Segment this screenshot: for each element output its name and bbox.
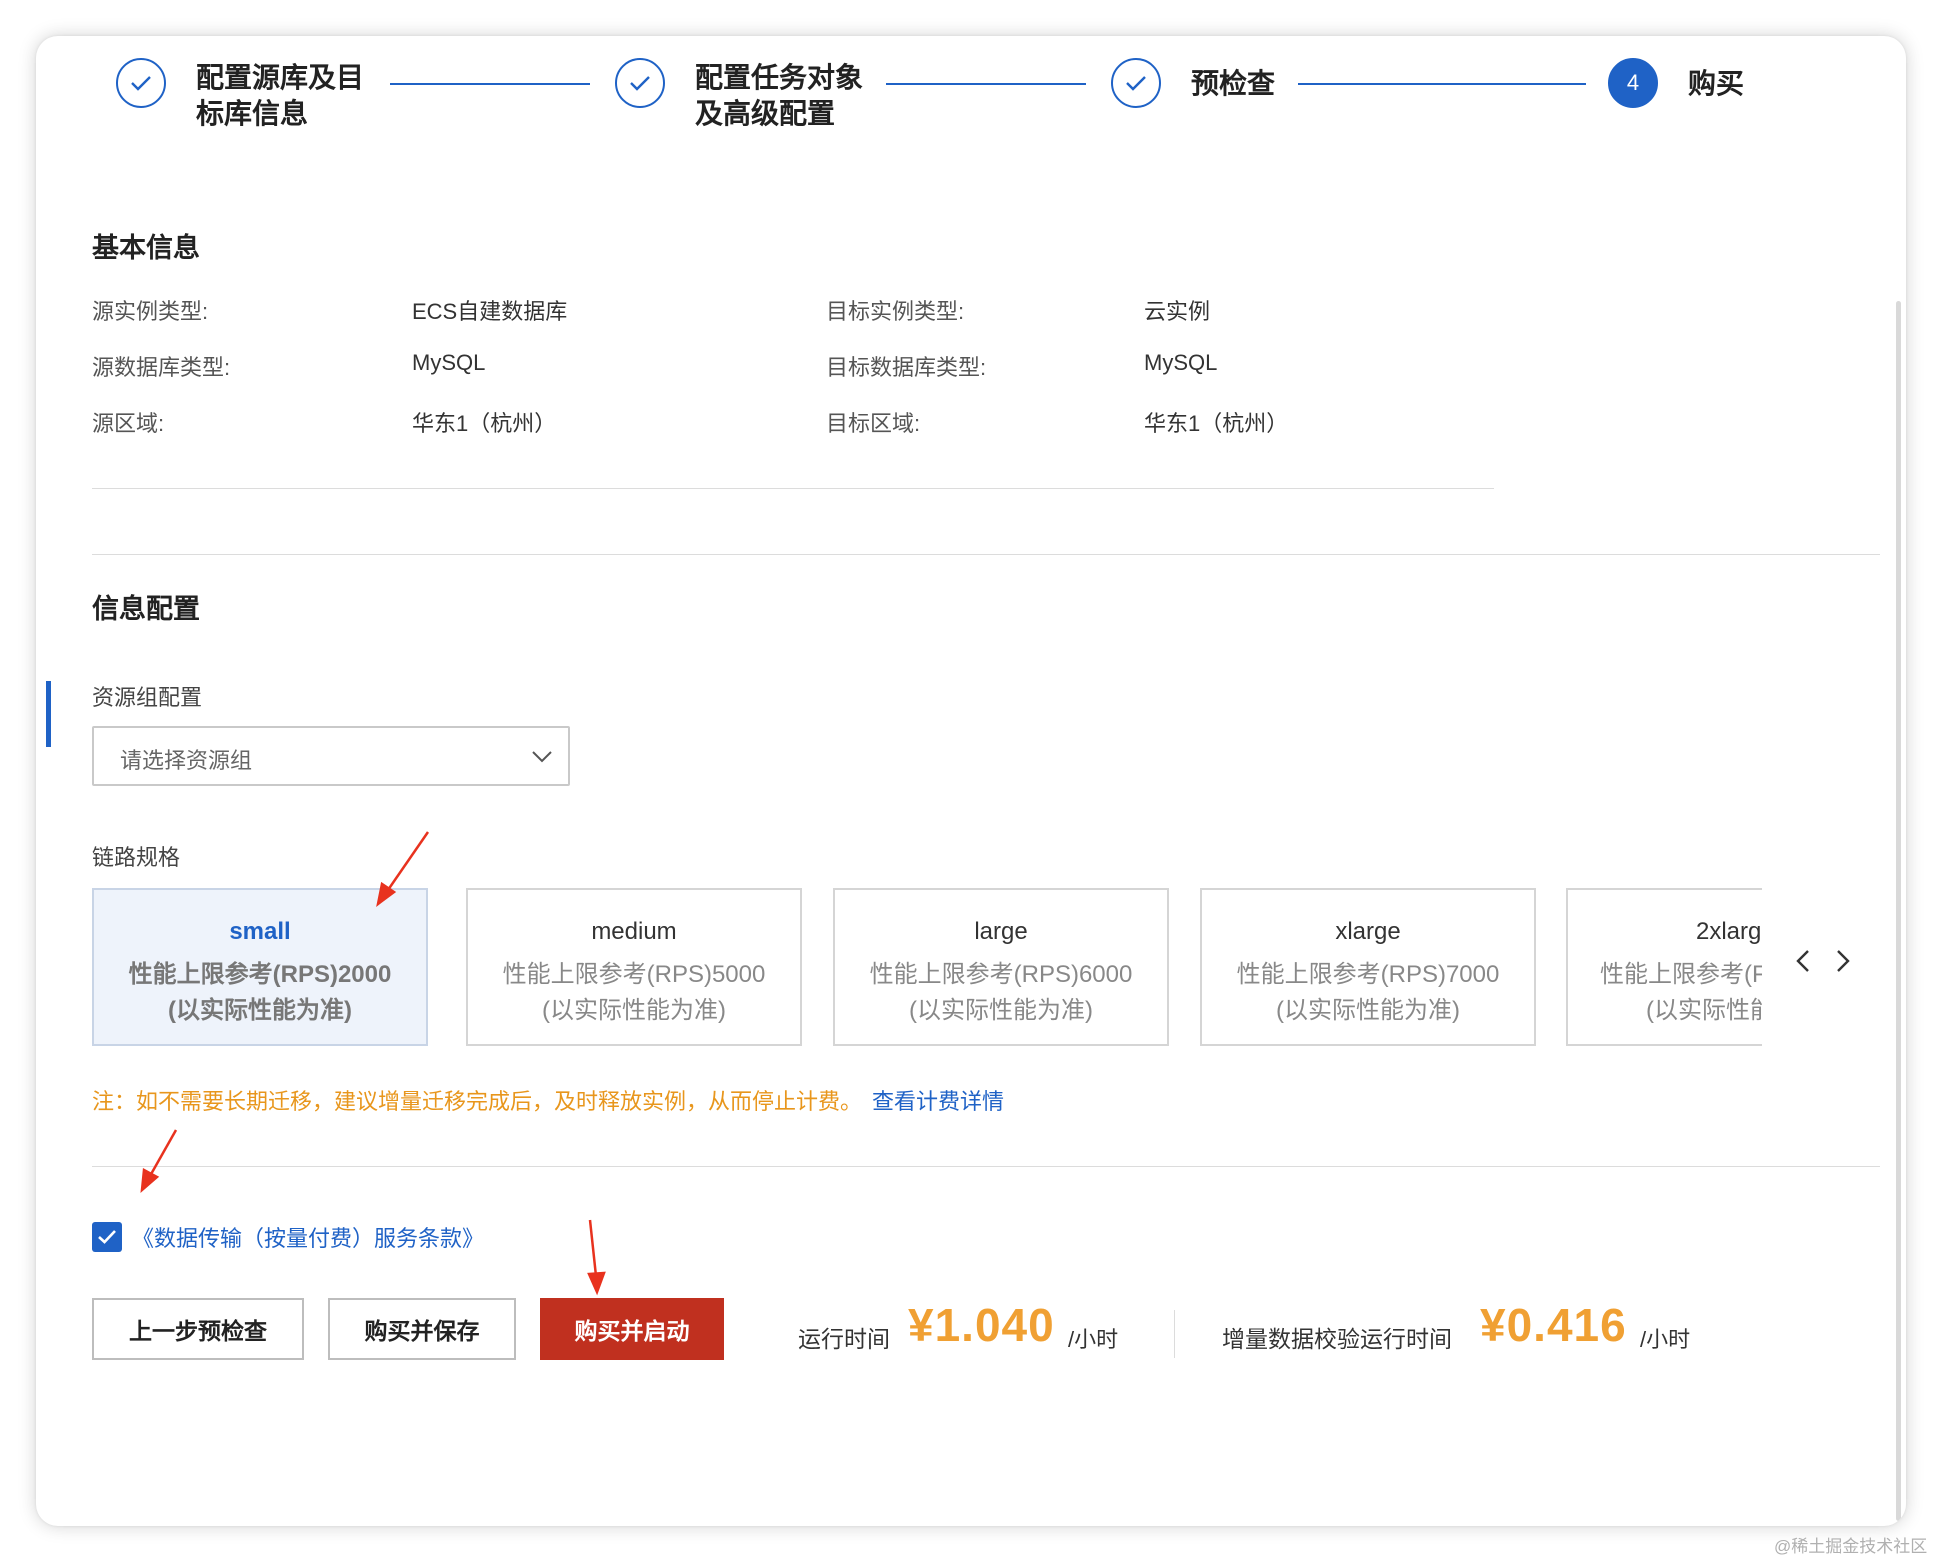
step-connector	[1298, 83, 1586, 85]
source-instance-type-label: 源实例类型:	[92, 299, 209, 324]
spec-card-small[interactable]: small 性能上限参考(RPS)2000 (以实际性能为准)	[92, 888, 428, 1046]
source-instance-type-value: ECS自建数据库	[412, 299, 568, 324]
buy-and-start-button[interactable]: 购买并启动	[540, 1298, 724, 1360]
step-1-label: 配置源库及目 标库信息	[196, 62, 365, 129]
spec-note: (以实际性能为准)	[909, 997, 1093, 1024]
step-connector	[390, 83, 590, 85]
spec-card-large[interactable]: large 性能上限参考(RPS)6000 (以实际性能为准)	[833, 888, 1169, 1046]
step-indicator: 配置源库及目 标库信息 配置任务对象 及高级配置 预检查 4 购买	[36, 36, 1906, 156]
target-instance-type-value: 云实例	[1144, 299, 1211, 324]
spec-perf: 性能上限参考(F	[1600, 961, 1762, 988]
run-price: ¥1.040	[908, 1299, 1055, 1351]
step-1-check-icon	[116, 58, 166, 108]
chevron-right-icon[interactable]	[1828, 946, 1858, 976]
price-separator	[1174, 1310, 1175, 1358]
step-2-check-icon	[615, 58, 665, 108]
step-3-label: 预检查	[1191, 68, 1276, 99]
target-instance-type-label: 目标实例类型:	[826, 299, 965, 324]
source-db-type-label: 源数据库类型:	[92, 355, 231, 380]
target-db-type-label: 目标数据库类型:	[826, 355, 987, 380]
spec-name: xlarge	[1335, 918, 1401, 945]
terms-link[interactable]: 《数据传输（按量付费）服务条款》	[132, 1221, 484, 1253]
spec-name: small	[229, 918, 291, 945]
billing-note: 注：如不需要长期迁移，建议增量迁移完成后，及时释放实例，从而停止计费。 查看计费详…	[92, 1084, 1004, 1116]
source-region-label: 源区域:	[92, 411, 165, 436]
spec-name: medium	[591, 918, 677, 945]
watermark: @稀土掘金技术社区	[1774, 1537, 1928, 1556]
spec-card-medium[interactable]: medium 性能上限参考(RPS)5000 (以实际性能为准)	[466, 888, 802, 1046]
spec-note: (以实际性能	[1646, 997, 1762, 1024]
spec-name: large	[974, 918, 1028, 945]
resource-group-label: 资源组配置	[92, 685, 203, 710]
source-db-type-value: MySQL	[412, 350, 486, 375]
chevron-down-icon	[530, 744, 554, 773]
spec-label: 链路规格	[92, 845, 181, 870]
billing-note-text: 注：如不需要长期迁移，建议增量迁移完成后，及时释放实例，从而停止计费。	[92, 1089, 863, 1114]
spec-card-2xlarge[interactable]: 2xlarg 性能上限参考(F (以实际性能	[1566, 888, 1762, 1046]
step-connector	[886, 83, 1086, 85]
spec-perf: 性能上限参考(RPS)7000	[1236, 961, 1500, 988]
side-accent-bar	[46, 681, 51, 747]
step-2-label: 配置任务对象 及高级配置	[695, 62, 864, 129]
verify-price: ¥0.416	[1480, 1299, 1627, 1351]
resource-group-placeholder: 请选择资源组	[120, 748, 253, 773]
source-region-value: 华东1（杭州）	[412, 411, 557, 436]
spec-perf: 性能上限参考(RPS)5000	[502, 961, 766, 988]
billing-details-link[interactable]: 查看计费详情	[872, 1089, 1004, 1114]
divider	[92, 1166, 1880, 1167]
run-price-unit: /小时	[1068, 1327, 1119, 1352]
config-title: 信息配置	[92, 594, 200, 624]
spec-perf: 性能上限参考(RPS)2000	[128, 961, 392, 988]
divider	[92, 554, 1880, 555]
step-3-check-icon	[1111, 58, 1161, 108]
buy-and-save-button[interactable]: 购买并保存	[328, 1298, 516, 1360]
terms-checkbox[interactable]	[92, 1222, 122, 1252]
step-4-label: 购买	[1688, 68, 1745, 99]
step-4-number: 4	[1608, 58, 1658, 108]
verify-time-label: 增量数据校验运行时间	[1222, 1326, 1452, 1352]
spec-note: (以实际性能为准)	[168, 997, 352, 1024]
resource-group-select[interactable]: 请选择资源组	[92, 726, 570, 786]
spec-perf: 性能上限参考(RPS)6000	[869, 961, 1133, 988]
prev-precheck-button[interactable]: 上一步预检查	[92, 1298, 304, 1360]
target-region-label: 目标区域:	[826, 411, 921, 436]
spec-card-xlarge[interactable]: xlarge 性能上限参考(RPS)7000 (以实际性能为准)	[1200, 888, 1536, 1046]
run-time-label: 运行时间	[798, 1326, 890, 1352]
spec-note: (以实际性能为准)	[542, 997, 726, 1024]
verify-price-unit: /小时	[1640, 1327, 1691, 1352]
basic-info-title: 基本信息	[92, 233, 200, 263]
chevron-left-icon[interactable]	[1788, 946, 1818, 976]
spec-note: (以实际性能为准)	[1276, 997, 1460, 1024]
divider	[92, 488, 1494, 489]
scrollbar[interactable]	[1896, 301, 1901, 1521]
spec-name: 2xlarg	[1696, 918, 1762, 945]
target-db-type-value: MySQL	[1144, 350, 1218, 375]
target-region-value: 华东1（杭州）	[1144, 411, 1289, 436]
purchase-card: 配置源库及目 标库信息 配置任务对象 及高级配置 预检查 4 购买 基本信息 源实例…	[36, 36, 1906, 1526]
